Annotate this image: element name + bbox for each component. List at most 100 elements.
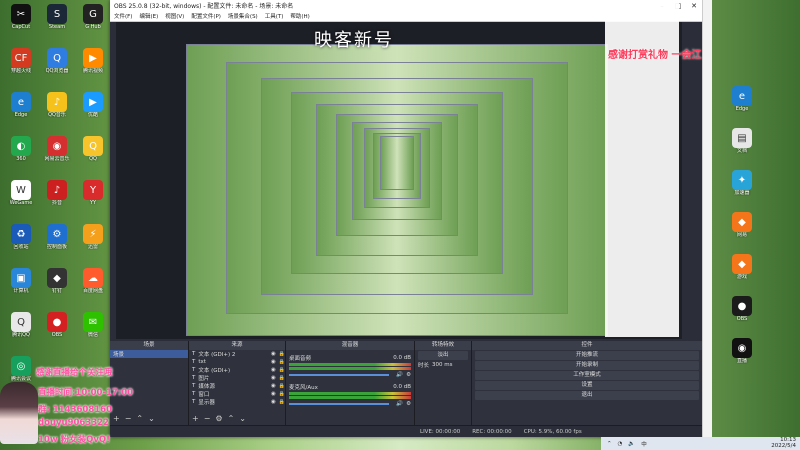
desktop-icon-left-10[interactable]: ◉ 网易云音乐 [40,136,74,172]
down-icon[interactable]: ⌄ [239,414,246,423]
desktop-icon-left-8[interactable]: ▶ 优酷 [76,92,110,128]
desktop-icon-right-5[interactable]: ● OBS [725,296,759,332]
eye-icon[interactable]: ◉ [271,367,276,373]
desktop-icon-label: QQ [89,156,97,162]
desktop-icon-left-9[interactable]: ◐ 360 [4,136,38,172]
menu-item-1[interactable]: 编辑(E) [139,12,158,20]
source-item[interactable]: T 文本 (GDI+) 2 ◉ 🔒 [189,350,285,358]
up-icon[interactable]: ⌃ [136,414,143,423]
menu-item-2[interactable]: 视图(V) [165,12,184,20]
menu-item-0[interactable]: 文件(F) [114,12,132,20]
scene-item[interactable]: 场景 [110,350,188,358]
lock-icon[interactable]: 🔒 [279,391,285,397]
desktop-icon-right-3[interactable]: ◆ 网易 [725,212,759,248]
menu-item-5[interactable]: 工具(T) [265,12,284,20]
eye-icon[interactable]: ◉ [271,375,276,381]
desktop-icon-left-7[interactable]: ♪ QQ音乐 [40,92,74,128]
volume-meter [289,363,411,366]
desktop-icon-left-1[interactable]: S Steam [40,4,74,40]
desktop-icon-left-20[interactable]: ☁ 百度网盘 [76,268,110,304]
chat-line: 群: 1143608160 [38,405,113,415]
desktop-icon-left-16[interactable]: ⚙ 控制面板 [40,224,74,260]
game-icon: ◆ [732,254,752,274]
edge-icon: e [732,86,752,106]
desktop-icon-right-1[interactable]: ▤ 文档 [725,128,759,164]
scrollbar[interactable] [702,0,712,437]
lock-icon[interactable]: 🔒 [279,367,285,373]
preview-canvas[interactable]: 映客新号 [116,22,682,339]
control-button-3[interactable]: 设置 [475,381,699,390]
desktop-icon-right-4[interactable]: ◆ 游戏 [725,254,759,290]
desktop-icon-right-6[interactable]: ◉ 直播 [725,338,759,374]
source-item[interactable]: Ttxt ◉ 🔒 [189,358,285,366]
desktop-icon-left-23[interactable]: ✉ 微信 [76,312,110,348]
gear-icon[interactable]: ⚙ [406,372,414,378]
lock-icon[interactable]: 🔒 [279,383,285,389]
transition-select[interactable]: 淡出 [418,351,468,360]
desktop-icon-right-0[interactable]: e Edge [725,86,759,122]
desktop-icon-left-15[interactable]: ♻ 回收站 [4,224,38,260]
desktop-icon-left-12[interactable]: W WeGame [4,180,38,216]
source-item[interactable]: T 图片 ◉ 🔒 [189,374,285,382]
gear-icon[interactable]: ⚙ [406,401,414,407]
desktop-icon-left-17[interactable]: ⚡ 迅雷 [76,224,110,260]
menu-item-4[interactable]: 场景集合(S) [228,12,258,20]
desktop-icon-left-2[interactable]: GG Hub [76,4,110,40]
desktop-icon-left-6[interactable]: e Edge [4,92,38,128]
speaker-icon[interactable]: 🔊 [396,372,403,378]
sources-header: 来源 [189,341,285,350]
desktop-icon-left-3[interactable]: CF 穿越火线 [4,48,38,84]
network-icon[interactable]: ◔ [618,441,623,447]
eye-icon[interactable]: ◉ [271,399,276,405]
desktop-icon-left-18[interactable]: ▣ 计算机 [4,268,38,304]
eye-icon[interactable]: ◉ [271,359,276,365]
volume-slider[interactable] [289,403,390,405]
volume-slider[interactable] [289,374,390,376]
control-button-4[interactable]: 退出 [475,391,699,400]
ime-icon[interactable]: 中 [641,440,647,448]
source-item[interactable]: T 窗口 ◉ 🔒 [189,390,285,398]
speaker-icon[interactable]: 🔊 [396,401,403,407]
lock-icon[interactable]: 🔒 [279,399,285,405]
duration-field[interactable]: 300 ms [432,362,452,368]
control-button-1[interactable]: 开始录制 [475,361,699,370]
remove-scene-icon[interactable]: − [125,414,132,423]
lock-icon[interactable]: 🔒 [279,375,285,381]
desktop-icon-left-5[interactable]: ▶ 腾讯视频 [76,48,110,84]
desktop-icon-left-14[interactable]: Y YY [76,180,110,216]
control-button-2[interactable]: 工作室模式 [475,371,699,380]
desktop-icon-left-22[interactable]: ● OBS [40,312,74,348]
control-button-0[interactable]: 开始推流 [475,351,699,360]
desktop-icon-left-21[interactable]: Q 腾讯QQ [4,312,38,348]
clock-date: 2022/5/4 [771,443,796,449]
menu-item-3[interactable]: 配置文件(P) [191,12,221,20]
text-source-icon: T [192,383,196,389]
desktop-icon-left-19[interactable]: ◆ 钉钉 [40,268,74,304]
chevron-up-icon[interactable]: ⌃ [607,441,612,447]
desktop-icon-left-11[interactable]: Q QQ [76,136,110,172]
eye-icon[interactable]: ◉ [271,351,276,357]
remove-source-icon[interactable]: − [204,414,211,423]
desktop-icon-left-13[interactable]: ♪ 抖音 [40,180,74,216]
lock-icon[interactable]: 🔒 [279,359,285,365]
source-item[interactable]: T 媒体源 ◉ 🔒 [189,382,285,390]
gear-icon[interactable]: ⚙ [215,414,222,423]
desktop-icon-right-2[interactable]: ✦ 加速器 [725,170,759,206]
source-item[interactable]: T 文本 (GDI+) ◉ 🔒 [189,366,285,374]
menu-item-6[interactable]: 帮助(H) [290,12,309,20]
clock[interactable]: 10:13 2022/5/4 [771,437,796,449]
down-icon[interactable]: ⌄ [148,414,155,423]
eye-icon[interactable]: ◉ [271,383,276,389]
add-scene-icon[interactable]: + [113,414,120,423]
lock-icon[interactable]: 🔒 [279,351,285,357]
volume-icon[interactable]: 🔈 [628,441,635,447]
desktop-icon-left-4[interactable]: Q QQ浏览器 [40,48,74,84]
add-source-icon[interactable]: + [192,414,199,423]
desktop-icon-left-0[interactable]: ✂ CapCut [4,4,38,40]
status-bar: LIVE: 00:00:00 REC: 00:00:00 CPU: 5.9%, 60… [110,425,702,437]
close-icon[interactable]: ✕ [686,2,702,10]
source-item[interactable]: T 显示器 ◉ 🔒 [189,398,285,406]
up-icon[interactable]: ⌃ [228,414,235,423]
crossfire-icon: CF [11,48,31,68]
eye-icon[interactable]: ◉ [271,391,276,397]
